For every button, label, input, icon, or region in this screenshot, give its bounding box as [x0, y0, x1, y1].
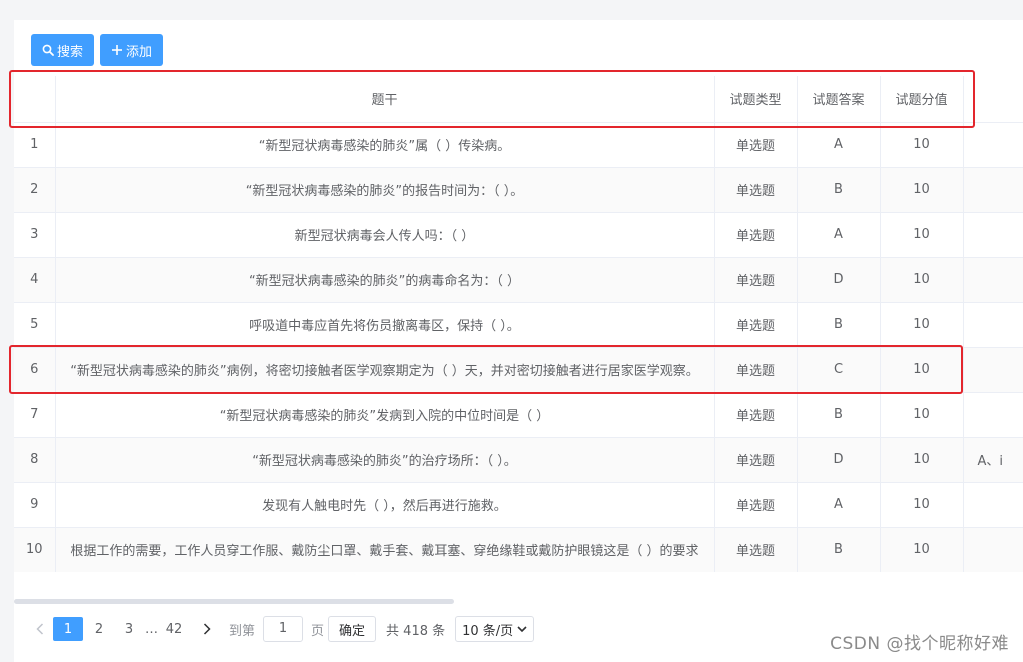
- page-number[interactable]: 2: [85, 617, 113, 641]
- page-ellipsis[interactable]: …: [145, 617, 158, 641]
- cell-score: 10: [880, 437, 964, 483]
- cell-extra: [963, 212, 1023, 258]
- table-row[interactable]: 1 “新型冠状病毒感染的肺炎”属（ ）传染病。 单选题 A 10: [14, 122, 1023, 168]
- cell-extra: [963, 257, 1023, 303]
- chevron-right-icon[interactable]: [195, 617, 219, 641]
- cell-type: 单选题: [714, 302, 798, 348]
- search-icon: [42, 44, 54, 56]
- highlight-box-header: [9, 70, 975, 128]
- cell-index: 3: [14, 212, 56, 258]
- question-table: 题干 试题类型 试题答案 试题分值 1 “新型冠状病毒感染的肺炎”属（ ）传染病。…: [14, 76, 1023, 572]
- cell-index: 10: [14, 527, 56, 572]
- cell-index: 4: [14, 257, 56, 303]
- cell-extra: [963, 482, 1023, 528]
- horizontal-scrollbar-thumb[interactable]: [14, 599, 454, 604]
- cell-extra: [963, 392, 1023, 438]
- cell-question: “新型冠状病毒感染的肺炎”属（ ）传染病。: [55, 122, 715, 168]
- search-button-label: 搜索: [57, 44, 84, 60]
- cell-score: 10: [880, 302, 964, 348]
- cell-answer: B: [797, 302, 881, 348]
- table-row[interactable]: 9 发现有人触电时先（ ），然后再进行施救。 单选题 A 10: [14, 482, 1023, 528]
- toolbar: 搜索 添加: [31, 34, 164, 66]
- cell-score: 10: [880, 527, 964, 572]
- cell-question: 发现有人触电时先（ ），然后再进行施救。: [55, 482, 715, 528]
- cell-answer: B: [797, 527, 881, 572]
- goto-suffix: 页: [311, 623, 325, 639]
- cell-score: 10: [880, 122, 964, 168]
- cell-question: “新型冠状病毒感染的肺炎”的病毒命名为：（ ）: [55, 257, 715, 303]
- cell-answer: A: [797, 212, 881, 258]
- page-size-value: 10 条/页: [462, 623, 514, 639]
- cell-score: 10: [880, 392, 964, 438]
- page-number[interactable]: 1: [53, 617, 83, 641]
- chevron-down-icon: [517, 626, 527, 633]
- horizontal-scrollbar[interactable]: [14, 599, 1023, 605]
- goto-page: 到第 1 页: [229, 616, 324, 642]
- cell-index: 8: [14, 437, 56, 483]
- cell-question: “新型冠状病毒感染的肺炎”发病到入院的中位时间是（ ）: [55, 392, 715, 438]
- cell-question: 根据工作的需要，工作人员穿工作服、戴防尘口罩、戴手套、戴耳塞、穿绝缘鞋或戴防护眼…: [55, 527, 715, 572]
- cell-question: 新型冠状病毒会人传人吗：（ ）: [55, 212, 715, 258]
- cell-index: 5: [14, 302, 56, 348]
- table-row[interactable]: 3 新型冠状病毒会人传人吗：（ ）单选题 A 10: [14, 212, 1023, 258]
- cell-answer: B: [797, 392, 881, 438]
- cell-type: 单选题: [714, 167, 798, 213]
- table-row[interactable]: 2 “新型冠状病毒感染的肺炎”的报告时间为：（ ）。 单选题 B 10: [14, 167, 1023, 213]
- cell-index: 1: [14, 122, 56, 168]
- cell-type: 单选题: [714, 527, 798, 572]
- cell-type: 单选题: [714, 257, 798, 303]
- cell-score: 10: [880, 257, 964, 303]
- watermark: CSDN @找个昵称好难: [830, 634, 1009, 654]
- cell-question: “新型冠状病毒感染的肺炎”的报告时间为：（ ）。: [55, 167, 715, 213]
- cell-type: 单选题: [714, 212, 798, 258]
- cell-type: 单选题: [714, 437, 798, 483]
- highlight-box-row: [9, 345, 963, 394]
- goto-page-input[interactable]: 1: [263, 616, 304, 642]
- cell-answer: B: [797, 167, 881, 213]
- cell-extra: [963, 122, 1023, 168]
- plus-icon: [112, 45, 123, 55]
- chevron-left-icon[interactable]: [28, 617, 52, 641]
- cell-question: “新型冠状病毒感染的肺炎”的治疗场所：（ ）。: [55, 437, 715, 483]
- cell-score: 10: [880, 212, 964, 258]
- cell-extra: [963, 527, 1023, 572]
- total-count: 共 418 条: [386, 623, 446, 639]
- cell-answer: A: [797, 122, 881, 168]
- cell-score: 10: [880, 167, 964, 213]
- cell-answer: A: [797, 482, 881, 528]
- table-row[interactable]: 5 呼吸道中毒应首先将伤员撤离毒区，保持（ ）。 单选题 B 10: [14, 302, 1023, 348]
- page-size-select[interactable]: 10 条/页: [455, 616, 535, 642]
- cell-extra: [963, 347, 1023, 393]
- cell-index: 9: [14, 482, 56, 528]
- cell-type: 单选题: [714, 122, 798, 168]
- table-row[interactable]: 7 “新型冠状病毒感染的肺炎”发病到入院的中位时间是（ ）单选题 B 10: [14, 392, 1023, 438]
- goto-prefix: 到第: [229, 623, 256, 639]
- cell-index: 2: [14, 167, 56, 213]
- cell-extra: A、i: [963, 437, 1023, 483]
- table-row[interactable]: 10 根据工作的需要，工作人员穿工作服、戴防尘口罩、戴手套、戴耳塞、穿绝缘鞋或戴防…: [14, 527, 1023, 572]
- table-row[interactable]: 8 “新型冠状病毒感染的肺炎”的治疗场所：（ ）。 单选题 D 10 A、i: [14, 437, 1023, 483]
- cell-index: 7: [14, 392, 56, 438]
- page-number[interactable]: 42: [160, 617, 188, 641]
- cell-type: 单选题: [714, 392, 798, 438]
- cell-extra: [963, 302, 1023, 348]
- page-number[interactable]: 3: [115, 617, 143, 641]
- cell-question: 呼吸道中毒应首先将伤员撤离毒区，保持（ ）。: [55, 302, 715, 348]
- add-button[interactable]: 添加: [100, 34, 164, 66]
- search-button[interactable]: 搜索: [31, 34, 95, 66]
- cell-answer: D: [797, 257, 881, 303]
- cell-extra: [963, 167, 1023, 213]
- cell-score: 10: [880, 482, 964, 528]
- add-button-label: 添加: [126, 44, 153, 60]
- table-row[interactable]: 4 “新型冠状病毒感染的肺炎”的病毒命名为：（ ）单选题 D 10: [14, 257, 1023, 303]
- pagination: 1 2 3 … 42 到第 1 页 确定 共 418 条 10 条/页: [28, 616, 535, 642]
- cell-type: 单选题: [714, 482, 798, 528]
- cell-answer: D: [797, 437, 881, 483]
- confirm-button[interactable]: 确定: [328, 616, 377, 642]
